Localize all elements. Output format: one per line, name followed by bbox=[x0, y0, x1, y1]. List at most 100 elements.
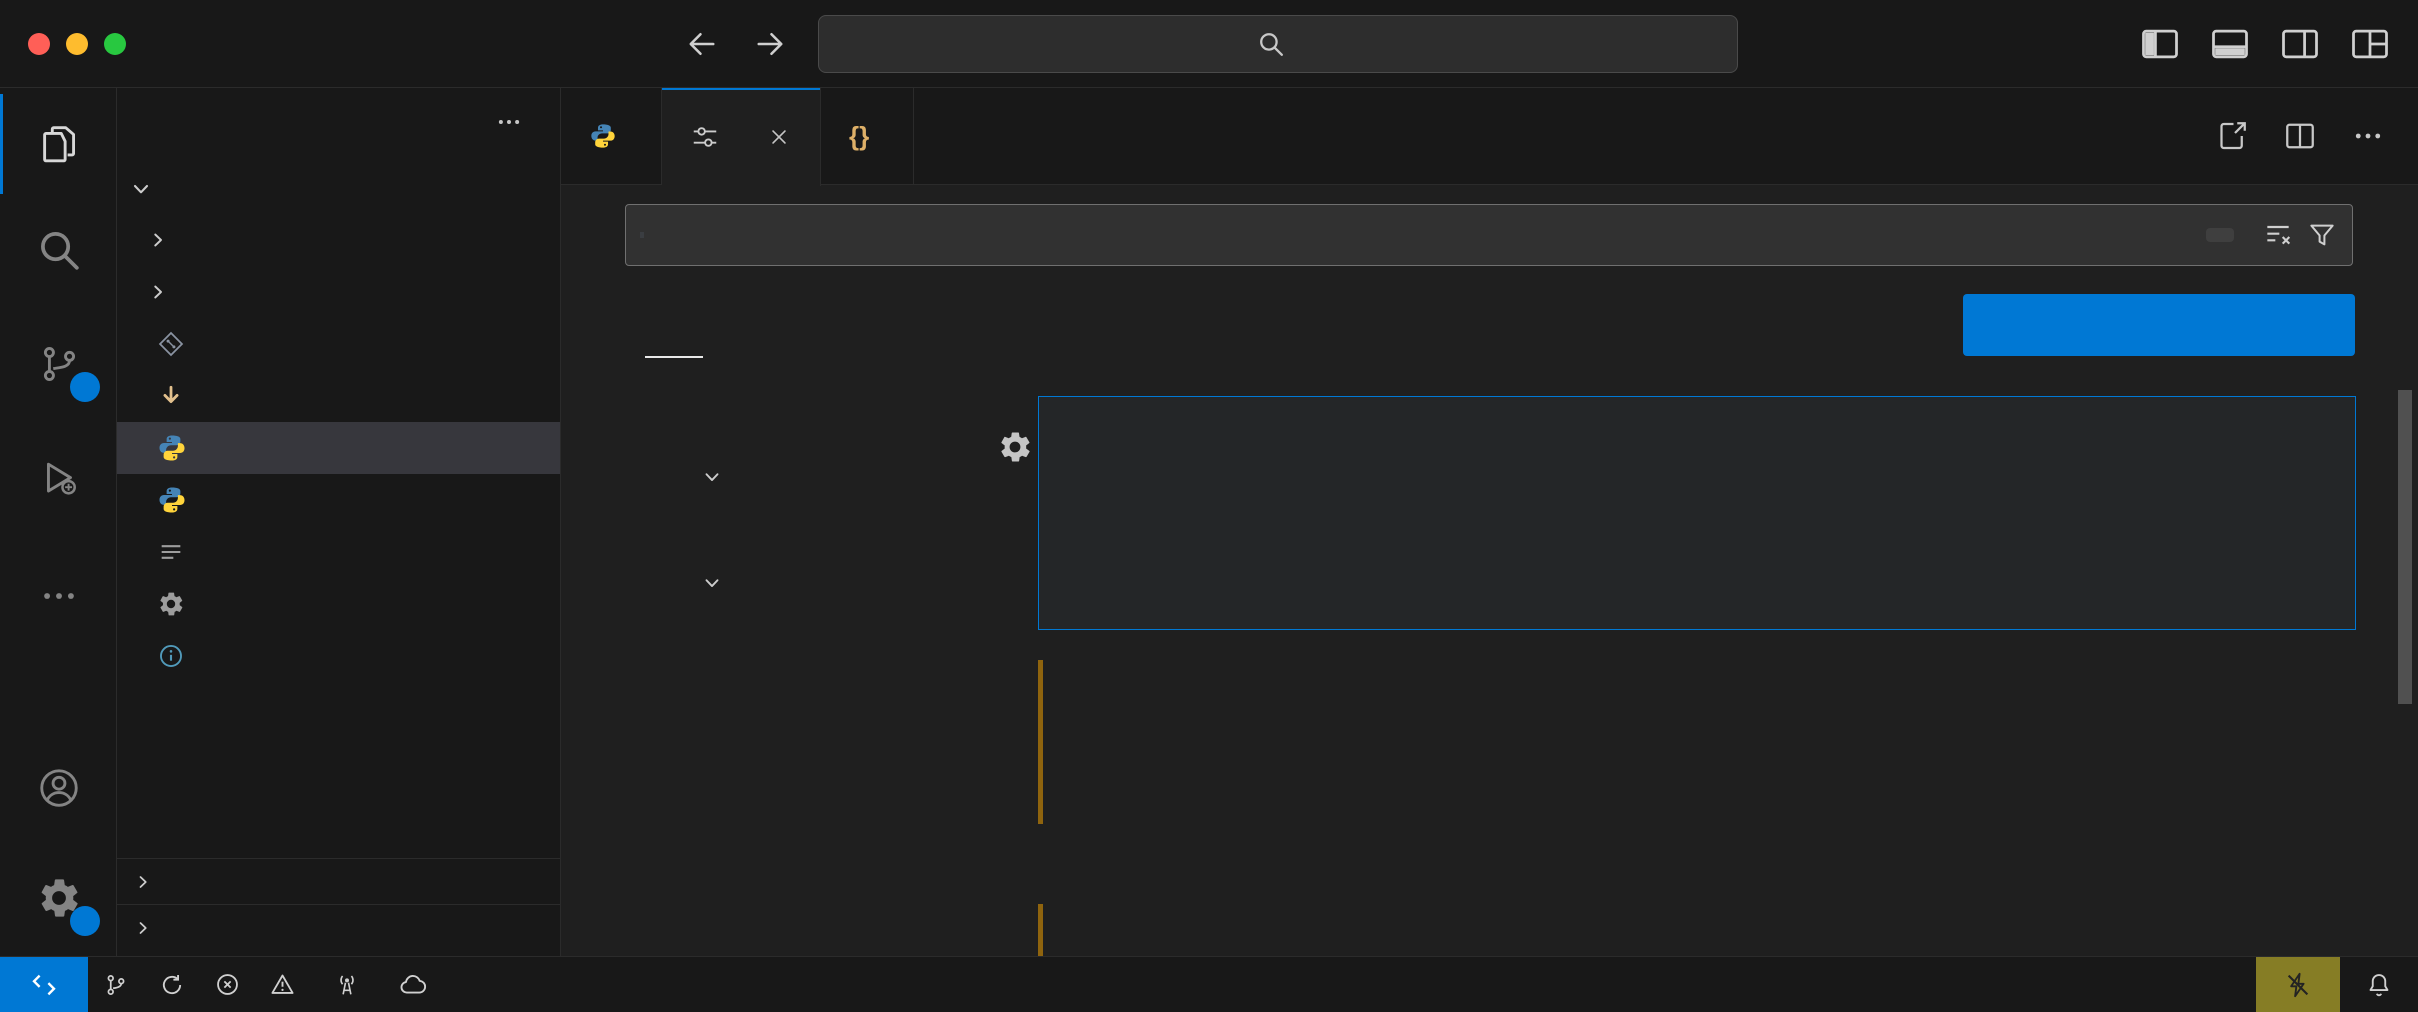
filter-icon[interactable] bbox=[2306, 219, 2338, 251]
back-button[interactable] bbox=[684, 0, 720, 88]
warning-icon bbox=[269, 971, 296, 998]
setting-title bbox=[1073, 427, 2355, 461]
toggle-panel-icon[interactable] bbox=[2208, 22, 2252, 66]
close-tab-icon[interactable] bbox=[766, 124, 792, 150]
search-icon bbox=[36, 227, 82, 273]
tree-root-code-project[interactable] bbox=[117, 164, 560, 214]
toc-pipet-code[interactable] bbox=[625, 610, 997, 662]
editor-tab-bar: {} bbox=[561, 88, 2418, 185]
settings-search-input[interactable] bbox=[625, 204, 2353, 266]
git-icon bbox=[157, 330, 185, 358]
activity-search[interactable] bbox=[0, 200, 117, 300]
modified-indicator bbox=[1038, 660, 1043, 824]
error-icon bbox=[214, 971, 241, 998]
explorer-header bbox=[117, 100, 560, 144]
tree-item-assistance-md[interactable] bbox=[117, 370, 560, 422]
sync-icon[interactable] bbox=[158, 971, 186, 999]
explorer-more-actions-icon[interactable] bbox=[494, 107, 524, 137]
setting-row-gemini-text-model[interactable] bbox=[1038, 898, 2356, 956]
ellipsis-icon bbox=[37, 574, 81, 618]
info-icon bbox=[157, 642, 185, 670]
outline-section[interactable] bbox=[117, 858, 560, 904]
split-editor-icon[interactable] bbox=[2282, 118, 2318, 154]
backup-sync-settings-button[interactable] bbox=[1963, 294, 2355, 356]
tab-settings[interactable] bbox=[662, 88, 821, 186]
tree-item-vscode[interactable] bbox=[117, 214, 560, 266]
activity-settings[interactable] bbox=[0, 848, 117, 948]
activity-run-debug[interactable] bbox=[0, 428, 117, 528]
chevron-down-icon bbox=[701, 466, 723, 488]
activity-source-control[interactable] bbox=[0, 314, 117, 414]
toc-notebook[interactable] bbox=[625, 504, 997, 556]
problems-status[interactable] bbox=[200, 957, 319, 1012]
file-tree bbox=[117, 164, 560, 682]
settings-sliders-icon bbox=[690, 122, 720, 152]
branch-icon bbox=[102, 971, 130, 999]
activity-more[interactable] bbox=[0, 546, 117, 646]
tree-item-poetry-lock[interactable] bbox=[117, 526, 560, 578]
close-window-button[interactable] bbox=[28, 33, 50, 55]
setting-title bbox=[1072, 916, 2356, 950]
open-settings-json-icon[interactable] bbox=[2214, 118, 2250, 154]
settings-badge bbox=[70, 906, 100, 936]
chevron-right-icon bbox=[133, 918, 153, 938]
editor-actions bbox=[2214, 88, 2418, 184]
more-actions-icon[interactable] bbox=[2350, 118, 2386, 154]
chevron-right-icon bbox=[147, 229, 169, 251]
chevron-down-icon bbox=[129, 177, 153, 201]
modified-indicator bbox=[1038, 904, 1043, 956]
toggle-secondary-sidebar-icon[interactable] bbox=[2278, 22, 2322, 66]
titlebar bbox=[0, 0, 2418, 88]
maximize-window-button[interactable] bbox=[104, 33, 126, 55]
notifications-bell[interactable] bbox=[2340, 957, 2418, 1012]
chevron-down-icon bbox=[701, 572, 723, 594]
remote-indicator[interactable] bbox=[0, 957, 88, 1012]
toc-extensions[interactable] bbox=[625, 557, 997, 609]
clear-search-icon[interactable] bbox=[2262, 219, 2294, 251]
activity-explorer[interactable] bbox=[0, 94, 117, 194]
command-center[interactable] bbox=[818, 15, 1738, 73]
window-controls bbox=[28, 33, 126, 55]
timeline-section[interactable] bbox=[117, 904, 560, 950]
tree-item-new-service-py[interactable] bbox=[117, 474, 560, 526]
active-scope-underline bbox=[645, 356, 703, 358]
python-icon bbox=[589, 122, 617, 150]
tree-item-readme-md[interactable] bbox=[117, 630, 560, 682]
setting-title bbox=[1072, 670, 2356, 704]
tab-settings-json[interactable]: {} bbox=[821, 88, 914, 184]
forward-button[interactable] bbox=[752, 0, 788, 88]
activity-accounts[interactable] bbox=[0, 738, 117, 838]
explorer-sidebar bbox=[117, 88, 561, 956]
tree-item-gitignore[interactable] bbox=[117, 318, 560, 370]
tree-item-tests[interactable] bbox=[117, 266, 560, 318]
toc-text-editor[interactable] bbox=[625, 399, 997, 451]
setting-row-gemma-service-host[interactable] bbox=[1038, 396, 2356, 630]
account-icon bbox=[36, 765, 82, 811]
statusbar-right bbox=[2256, 957, 2418, 1012]
python-icon bbox=[157, 433, 187, 463]
settings-count-badge bbox=[2206, 228, 2234, 242]
run-debug-icon bbox=[36, 455, 82, 501]
scrollbar[interactable] bbox=[2398, 390, 2412, 704]
chevron-right-icon bbox=[133, 872, 153, 892]
minimize-window-button[interactable] bbox=[66, 33, 88, 55]
setting-row-gemini-api-key[interactable] bbox=[1038, 654, 2356, 830]
files-icon bbox=[36, 121, 82, 167]
cloud-code-signin[interactable] bbox=[384, 957, 451, 1012]
vscode-window: {} bbox=[0, 0, 2418, 1012]
customize-layout-icon[interactable] bbox=[2348, 22, 2392, 66]
bell-icon bbox=[2364, 970, 2394, 1000]
toc-features[interactable] bbox=[625, 451, 997, 503]
extension-warning-status[interactable] bbox=[2256, 957, 2340, 1012]
git-branch-status[interactable] bbox=[88, 957, 200, 1012]
tree-item-pyproject-toml[interactable] bbox=[117, 578, 560, 630]
tab-example-py[interactable] bbox=[561, 88, 662, 184]
cloud-icon bbox=[398, 970, 428, 1000]
settings-search-value bbox=[640, 232, 644, 238]
toggle-sidebar-icon[interactable] bbox=[2138, 22, 2182, 66]
tree-item-example-py[interactable] bbox=[117, 422, 560, 474]
ports-status[interactable] bbox=[319, 957, 384, 1012]
python-icon bbox=[157, 485, 187, 515]
search-icon bbox=[1257, 30, 1285, 58]
setting-actions-gear-icon[interactable] bbox=[997, 429, 1033, 465]
